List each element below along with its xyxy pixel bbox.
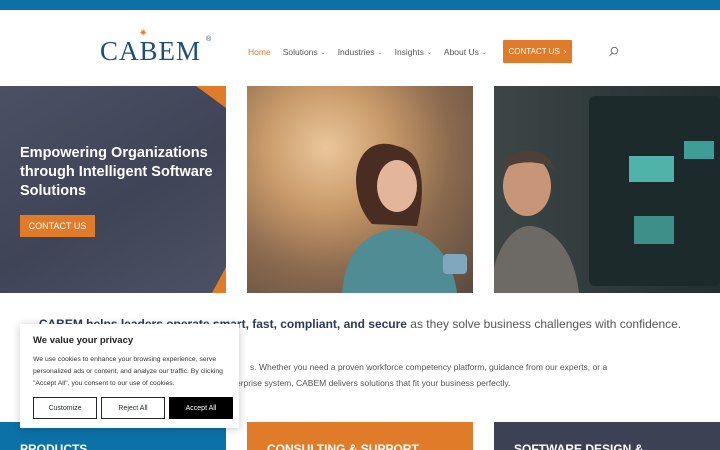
intro-rest-text: as they solve business challenges with c… [406, 317, 682, 331]
software-design-card[interactable]: SOFTWARE DESIGN & [494, 422, 720, 450]
cookie-text: We use cookies to enhance your browsing … [33, 356, 223, 387]
consulting-card-title: CONSULTING & SUPPORT [267, 442, 419, 450]
hero-title: Empowering Organizations through Intelli… [20, 145, 213, 199]
nav-solutions[interactable]: Solutions ⌄ [283, 47, 326, 57]
hero-photo-man [494, 86, 720, 293]
chevron-down-icon: ⌄ [377, 49, 383, 56]
logo-star-icon: ✷ [139, 28, 148, 39]
cookie-consent-dialog: We value your privacy We use cookies to … [20, 324, 239, 428]
hero-panel: Empowering Organizations through Intelli… [0, 86, 226, 293]
nav-home-label: Home [248, 47, 271, 57]
cookie-customize-button[interactable]: Customize [33, 397, 97, 419]
header-contact-button[interactable]: CONTACT US › [503, 40, 572, 63]
nav-about-us-label: About Us [443, 47, 479, 57]
cookie-title: We value your privacy [33, 335, 134, 346]
nav-insights-label: Insights [394, 47, 424, 57]
nav-insights[interactable]: Insights ⌄ [395, 47, 432, 57]
logo-text: CABEM [100, 36, 202, 66]
hero-contact-button[interactable]: CONTACT US [20, 215, 95, 237]
nav-solutions-label: Solutions [282, 47, 318, 57]
software-design-card-title: SOFTWARE DESIGN & [514, 442, 644, 450]
hero-corner-decoration [196, 86, 226, 108]
products-card-title: PRODUCTS [20, 442, 88, 450]
main-nav: Home Solutions ⌄ Industries ⌄ Insights ⌄… [248, 47, 499, 57]
hero-corner-decoration [212, 267, 226, 293]
cookie-accept-button[interactable]: Accept All [169, 397, 233, 419]
chevron-down-icon: ⌄ [426, 49, 432, 56]
nav-about-us[interactable]: About Us ⌄ [444, 47, 487, 57]
site-header: ✷ CABEM ® Home Solutions ⌄ Industries ⌄ … [0, 10, 720, 86]
chevron-right-icon: › [563, 47, 567, 56]
chevron-down-icon: ⌄ [320, 49, 326, 56]
cookie-reject-button[interactable]: Reject All [101, 397, 165, 419]
nav-industries[interactable]: Industries ⌄ [338, 47, 383, 57]
chevron-down-icon: ⌄ [481, 49, 487, 56]
nav-home[interactable]: Home [248, 47, 271, 57]
header-contact-label: CONTACT US [508, 47, 560, 56]
search-icon[interactable] [608, 46, 619, 58]
consulting-card[interactable]: CONSULTING & SUPPORT [247, 422, 473, 450]
cookie-buttons: Customize Reject All Accept All [33, 397, 233, 419]
nav-industries-label: Industries [337, 47, 375, 57]
logo-registered-mark: ® [206, 36, 212, 43]
cabem-logo[interactable]: ✷ CABEM ® [100, 28, 211, 66]
top-accent-bar [0, 0, 720, 10]
hero-photo-woman [247, 86, 473, 293]
